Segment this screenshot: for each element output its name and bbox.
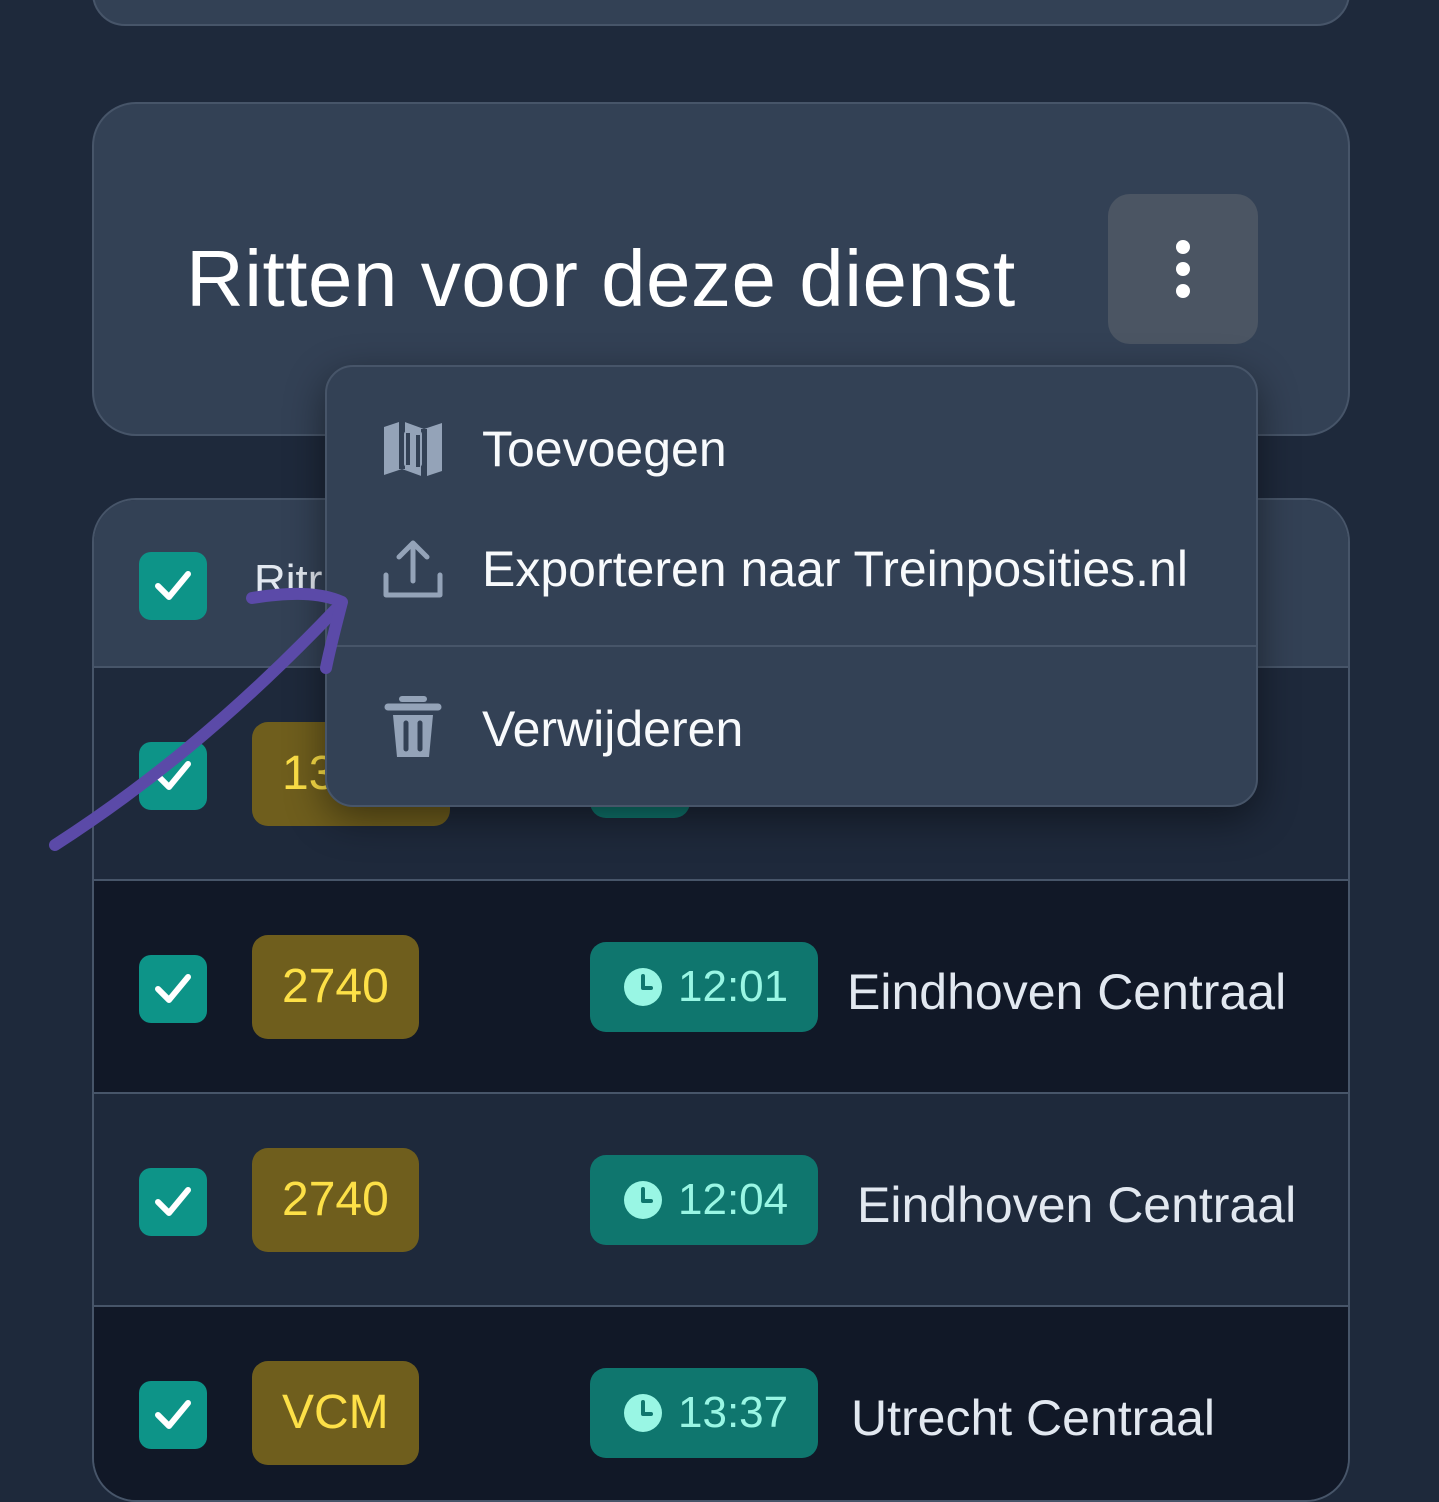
check-icon: [155, 974, 191, 1003]
departure-time: 12:04: [678, 1175, 789, 1224]
check-icon: [155, 761, 191, 790]
table-row[interactable]: VCM 13:37 Utrecht Centraal: [94, 1307, 1348, 1500]
train-number-badge: VCM: [252, 1361, 419, 1465]
train-number-badge: 2740: [252, 1148, 419, 1252]
page-title: Ritten voor deze dienst: [186, 234, 1016, 323]
clock-icon: [624, 1394, 662, 1432]
check-icon: [155, 1187, 191, 1216]
previous-card: [92, 0, 1350, 26]
row-checkbox[interactable]: [139, 955, 207, 1023]
station-name: Eindhoven Centraal: [857, 1177, 1297, 1233]
kebab-dot-icon: [1176, 240, 1190, 254]
clock-icon: [624, 968, 662, 1006]
row-checkbox[interactable]: [139, 1168, 207, 1236]
column-header-rit[interactable]: Ritr: [254, 556, 322, 606]
options-dropdown-menu: Toevoegen Exporteren naar Treinposities.…: [325, 365, 1258, 807]
departure-time: 13:37: [678, 1388, 789, 1437]
menu-item-label: Exporteren naar Treinposities.nl: [482, 541, 1188, 597]
menu-item-verwijderen[interactable]: Verwijderen: [327, 669, 1256, 789]
table-row[interactable]: 2740 12:01 Eindhoven Centraal: [94, 881, 1348, 1094]
station-name: Utrecht Centraal: [851, 1390, 1216, 1446]
select-all-checkbox[interactable]: [139, 552, 207, 620]
trash-icon: [384, 696, 442, 757]
departure-time-badge: 13:37: [590, 1368, 819, 1458]
menu-item-toevoegen[interactable]: Toevoegen: [327, 389, 1256, 509]
map-icon: [384, 421, 442, 477]
more-options-button[interactable]: [1108, 194, 1258, 344]
check-icon: [155, 1400, 191, 1429]
departure-time-badge: 12:04: [590, 1155, 819, 1245]
departure-time: 12:01: [678, 962, 789, 1011]
menu-item-exporteren[interactable]: Exporteren naar Treinposities.nl: [327, 509, 1256, 629]
menu-item-label: Verwijderen: [482, 701, 744, 757]
table-row[interactable]: 2740 12:04 Eindhoven Centraal: [94, 1094, 1348, 1307]
kebab-dot-icon: [1176, 284, 1190, 298]
check-icon: [155, 571, 191, 600]
row-checkbox[interactable]: [139, 1381, 207, 1449]
row-checkbox[interactable]: [139, 742, 207, 810]
train-number-badge: 2740: [252, 935, 419, 1039]
menu-item-label: Toevoegen: [482, 421, 727, 477]
departure-time-badge: 12:01: [590, 942, 819, 1032]
upload-icon: [383, 540, 443, 598]
station-name: Eindhoven Centraal: [847, 964, 1287, 1020]
menu-divider: [327, 645, 1256, 647]
kebab-dot-icon: [1176, 262, 1190, 276]
clock-icon: [624, 1181, 662, 1219]
